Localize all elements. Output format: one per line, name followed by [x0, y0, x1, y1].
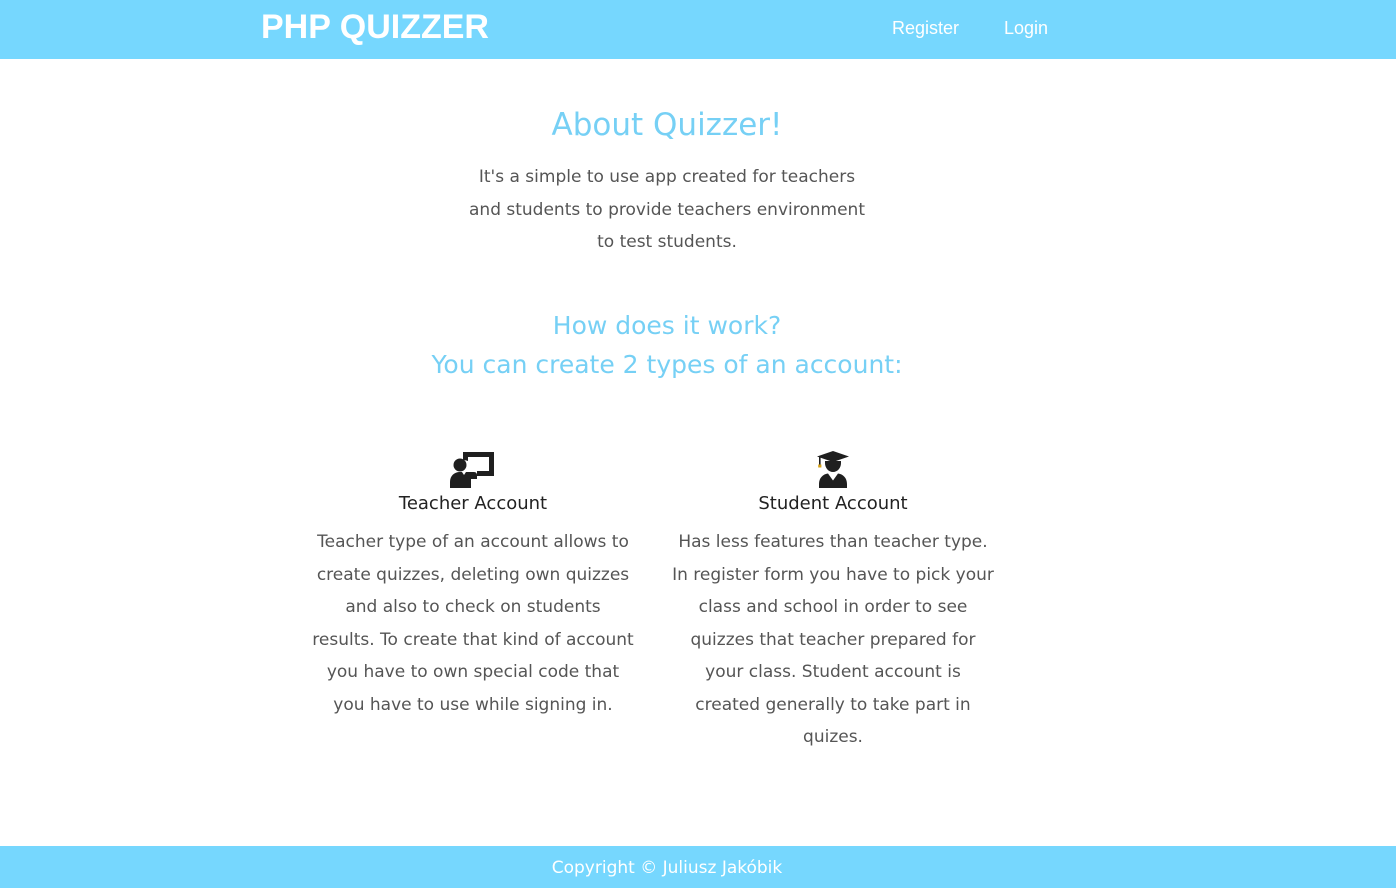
teacher-board-icon — [308, 444, 638, 488]
footer: Copyright © Juliusz Jakóbik — [0, 846, 1396, 888]
how-it-works-line: How does it work? — [552, 311, 782, 340]
about-description: It's a simple to use app created for tea… — [469, 167, 865, 252]
account-types-line: You can create 2 types of an account: — [431, 350, 903, 379]
student-account-card: Student Account Has less features than t… — [668, 444, 998, 754]
how-it-works-heading: How does it work? You can create 2 types… — [0, 306, 1334, 384]
register-link[interactable]: Register — [892, 17, 959, 39]
navbar: PHP QUIZZER Register Login — [0, 0, 1396, 59]
student-account-description: Has less features than teacher type. In … — [672, 532, 994, 747]
brand-logo[interactable]: PHP QUIZZER — [261, 6, 489, 48]
teacher-account-title: Teacher Account — [398, 493, 548, 514]
about-title: About Quizzer! — [551, 107, 783, 143]
teacher-account-description: Teacher type of an account allows to cre… — [312, 532, 634, 715]
graduate-cap-icon — [668, 444, 998, 488]
teacher-account-card: Teacher Account Teacher type of an accou… — [308, 444, 638, 721]
login-link[interactable]: Login — [1004, 17, 1048, 39]
student-account-title: Student Account — [758, 493, 908, 514]
copyright-text: Copyright © Juliusz Jakóbik — [551, 858, 783, 878]
